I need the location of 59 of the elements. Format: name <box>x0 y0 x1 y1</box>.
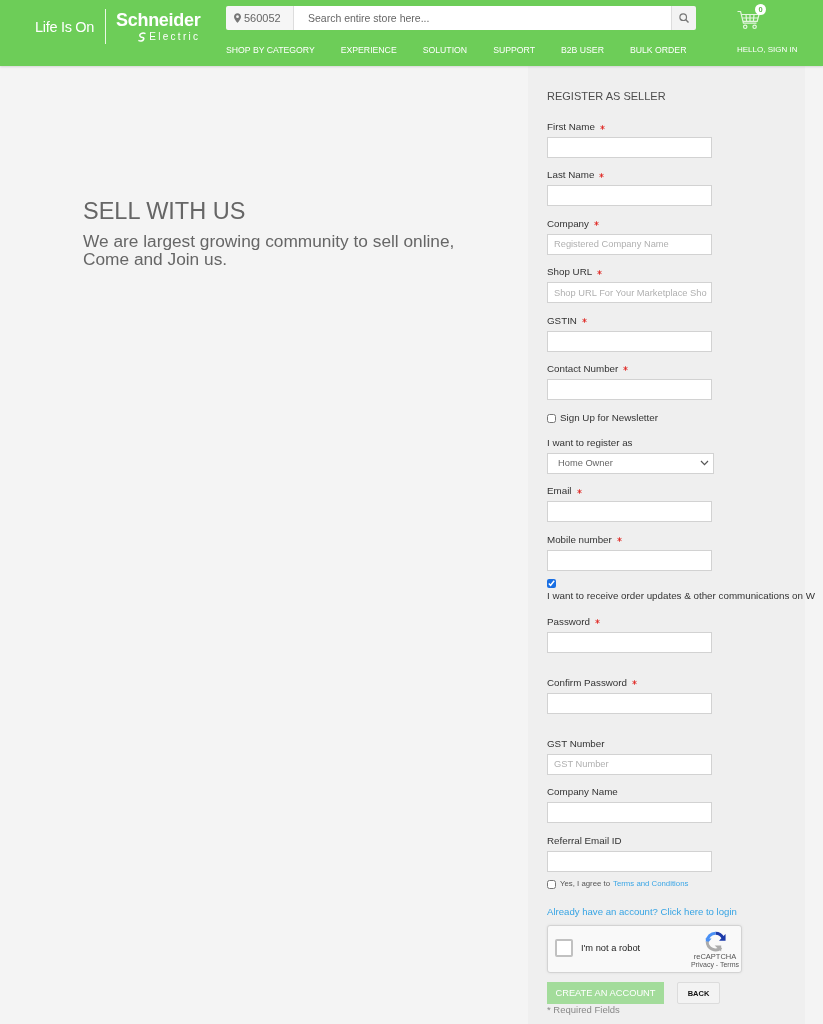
nav-link[interactable]: SHOP BY CATEGORY <box>226 44 315 56</box>
form-title: REGISTER AS SELLER <box>547 89 666 103</box>
required-note: * Required Fields <box>547 1004 620 1017</box>
checkbox[interactable] <box>547 879 556 889</box>
checkbox[interactable] <box>547 579 556 589</box>
captcha-checkbox[interactable] <box>555 938 573 957</box>
password-field[interactable] <box>547 631 712 653</box>
field-label: Mobile number <box>547 533 612 546</box>
tagline-text: Life Is On <box>35 17 95 36</box>
field-label: Company <box>547 217 589 230</box>
search-button[interactable] <box>671 6 696 30</box>
field-label: Shop URL <box>547 266 593 279</box>
checkbox-label: Sign Up for Newsletter <box>560 411 658 426</box>
nav-link[interactable]: B2B USER <box>560 44 604 56</box>
logo-mark-icon <box>137 31 148 42</box>
field-label: Password <box>547 615 590 628</box>
field-label: Company Name <box>547 786 618 799</box>
nav-link[interactable]: BULK ORDER <box>629 44 687 56</box>
text-field[interactable] <box>547 378 712 400</box>
nav-link[interactable]: EXPERIENCE <box>340 44 397 56</box>
search-field[interactable]: Search entire store here... <box>294 6 671 30</box>
nav-link[interactable]: SUPPORT <box>493 44 535 56</box>
field-label: Referral Email ID <box>547 834 622 847</box>
dropdown-field[interactable]: Home Owner <box>547 452 714 474</box>
text-field[interactable]: Shop URL For Your Marketplace Sho <box>547 282 712 304</box>
intro-text: We are largest growing community to sell online, Come and Join us. <box>83 232 456 268</box>
field-label: I want to register as <box>547 436 633 449</box>
recaptcha-logo-icon <box>704 931 726 953</box>
text-field[interactable]: Registered Company Name <box>547 233 712 255</box>
field-label: Contact Number <box>547 362 619 375</box>
text-field[interactable] <box>547 802 712 824</box>
text-field[interactable]: GST Number <box>547 753 712 775</box>
text-field[interactable] <box>547 185 712 207</box>
nav-link[interactable]: SOLUTION <box>422 44 468 56</box>
login-link[interactable]: Already have an account? Click here to login <box>547 905 737 920</box>
field-label: Confirm Password <box>547 676 628 689</box>
brand-name: Schneider <box>116 11 201 30</box>
text-field[interactable] <box>547 501 712 523</box>
field-label: GST Number <box>547 737 605 750</box>
checkbox[interactable] <box>547 413 556 423</box>
search-icon <box>679 13 689 23</box>
password-field[interactable] <box>547 692 712 714</box>
consent-text: I want to receive order updates & other communications on W <box>547 589 815 602</box>
account-link[interactable]: HELLO, SIGN IN <box>737 44 798 56</box>
captcha-label: I'm not a robot <box>581 942 641 953</box>
text-field[interactable] <box>547 330 712 352</box>
field-label: First Name <box>547 121 595 133</box>
text-field[interactable] <box>547 850 712 872</box>
intro-title: SELL WITH US <box>83 198 246 224</box>
map-pin-icon <box>234 13 241 23</box>
field-label: Last Name <box>547 169 595 182</box>
field-label: GSTIN <box>547 314 577 327</box>
chevron-down-icon <box>700 460 709 467</box>
field-label: Email <box>547 485 572 498</box>
text-field[interactable] <box>547 549 712 571</box>
location-field[interactable]: 560052 <box>226 6 294 30</box>
brand-subname: Electric <box>149 31 201 42</box>
cart-icon[interactable] <box>737 10 760 30</box>
text-field[interactable] <box>547 137 712 158</box>
